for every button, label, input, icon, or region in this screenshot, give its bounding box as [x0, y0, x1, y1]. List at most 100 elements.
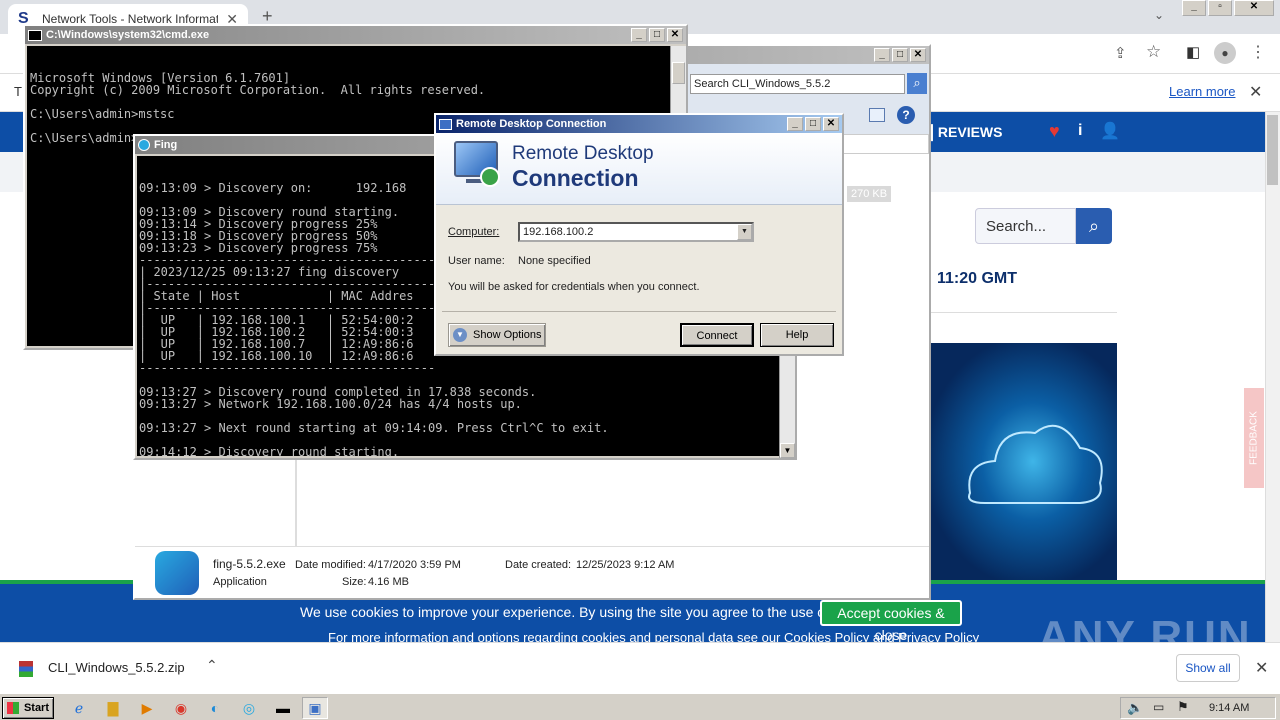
- menu-more-icon[interactable]: ⋮: [1250, 42, 1266, 62]
- side-panel-icon[interactable]: ◧: [1186, 43, 1200, 61]
- start-label: Start: [23, 702, 49, 714]
- close-icon[interactable]: ✕: [1234, 0, 1274, 16]
- details-pane: fing-5.5.2.exe Application Date modified…: [135, 546, 929, 598]
- bookmark-star-icon[interactable]: ☆: [1146, 42, 1161, 62]
- rdc-minimize-icon[interactable]: _: [787, 117, 803, 131]
- fing-app-icon: [155, 551, 199, 595]
- accept-cookies-button[interactable]: Accept cookies & close: [820, 600, 962, 643]
- rdc-task-icon[interactable]: ▣: [302, 697, 328, 719]
- rdc-banner: Remote Desktop Connection: [436, 133, 842, 205]
- date-modified: 4/17/2020 3:59 PM: [368, 559, 461, 571]
- file-name: fing-5.5.2.exe: [213, 557, 286, 571]
- feedback-label: FEEDBACK: [1248, 411, 1260, 465]
- edge-icon[interactable]: ◐: [202, 697, 228, 719]
- size-hint: 270 KB: [847, 186, 892, 202]
- infobar-close-icon[interactable]: ✕: [1249, 82, 1262, 102]
- folder-icon[interactable]: ▇: [100, 697, 126, 719]
- chrome-icon[interactable]: ◉: [168, 697, 194, 719]
- rdc-dialog: Remote Desktop Connection _ □ ✕ Remote D…: [434, 113, 844, 356]
- volume-icon[interactable]: 🔈: [1127, 700, 1143, 716]
- show-options-button[interactable]: ▼ Show Options: [448, 323, 546, 347]
- feedback-tab[interactable]: FEEDBACK: [1244, 388, 1264, 488]
- rdc-divider: [442, 311, 836, 312]
- start-button[interactable]: Start: [2, 697, 54, 719]
- download-bar-close-icon[interactable]: ✕: [1255, 658, 1268, 678]
- computer-label: Computer:: [448, 226, 500, 238]
- explorer-maximize-icon[interactable]: □: [892, 48, 908, 62]
- minimize-icon[interactable]: _: [1182, 0, 1206, 16]
- download-filename[interactable]: CLI_Windows_5.5.2.zip: [48, 660, 185, 675]
- explorer-close-icon[interactable]: ✕: [910, 48, 926, 62]
- media-player-icon[interactable]: ▶: [134, 697, 160, 719]
- computer-combobox[interactable]: 192.168.100.2 ▼: [518, 222, 754, 242]
- username-label: User name:: [448, 255, 505, 267]
- maximize-icon[interactable]: ▫: [1208, 0, 1232, 16]
- cmd-line: Copyright (c) 2009 Microsoft Corporation…: [30, 83, 486, 97]
- rdc-title-icon: [439, 118, 452, 130]
- cmd-minimize-icon[interactable]: _: [631, 28, 647, 42]
- fing-line: 09:13:27 > Network 192.168.100.0/24 has …: [139, 397, 522, 411]
- date-modified-label: Date modified:: [295, 559, 366, 571]
- magnifier-icon: ⌕: [913, 75, 921, 90]
- tab-list-chevron-icon[interactable]: ⌄: [1154, 8, 1164, 22]
- rdc-close-icon[interactable]: ✕: [823, 117, 839, 131]
- search-icon: ⌕: [1088, 216, 1100, 236]
- column-header-row: [843, 134, 929, 154]
- cloud-icon: [968, 424, 1103, 504]
- cookie-text: We use cookies to improve your experienc…: [300, 604, 885, 620]
- fing-task-icon[interactable]: ◎: [236, 697, 262, 719]
- share-icon[interactable]: ⇪: [1114, 44, 1127, 62]
- heart-icon[interactable]: ♥: [1049, 121, 1060, 142]
- network-icon[interactable]: ▭: [1153, 700, 1164, 714]
- combobox-dropdown-icon[interactable]: ▼: [737, 224, 752, 240]
- help-button[interactable]: Help: [760, 323, 834, 347]
- cmd-titlebar: C:\Windows\system32\cmd.exe _ □ ✕: [25, 26, 686, 44]
- cmd-maximize-icon[interactable]: □: [649, 28, 665, 42]
- page-scrollbar-thumb[interactable]: [1267, 115, 1278, 185]
- cmd-scrollbar-thumb[interactable]: [672, 62, 685, 84]
- taskbar: Start ℯ ▇ ▶ ◉ ◐ ◎ ▬ ▣ 🔈 ▭ ⚑ 9:14 AM: [0, 692, 1280, 720]
- explorer-search-input[interactable]: Search CLI_Windows_5.5.2: [690, 74, 905, 94]
- date-created: 12/25/2023 9:12 AM: [576, 559, 675, 571]
- file-size: 4.16 MB: [368, 576, 409, 588]
- view-options-icon[interactable]: [869, 108, 885, 122]
- chevron-down-circle-icon: ▼: [453, 328, 467, 342]
- site-search-button[interactable]: ⌕: [1076, 208, 1112, 244]
- file-type: Application: [213, 576, 267, 588]
- show-all-button[interactable]: Show all: [1176, 654, 1240, 682]
- info-icon[interactable]: i: [1078, 122, 1082, 140]
- learn-more-link[interactable]: Learn more: [1169, 84, 1235, 99]
- rdc-connect-badge-icon: [480, 167, 500, 187]
- fing-title: Fing: [154, 139, 178, 151]
- rdc-titlebar: Remote Desktop Connection _ □ ✕: [436, 115, 842, 133]
- site-search-input[interactable]: Search...: [975, 208, 1076, 244]
- help-icon[interactable]: ?: [897, 106, 915, 124]
- nav-reviews-label: REVIEWS: [937, 124, 1003, 140]
- windows-logo-icon: [7, 702, 19, 714]
- cmd-icon: [28, 29, 42, 41]
- infobar-text-fragment: T: [14, 84, 22, 99]
- download-bar: CLI_Windows_5.5.2.zip ⌃ Show all ✕: [0, 642, 1280, 692]
- download-chevron-icon[interactable]: ⌃: [206, 657, 218, 674]
- profile-avatar[interactable]: ●: [1214, 42, 1236, 64]
- cmd-close-icon[interactable]: ✕: [667, 28, 683, 42]
- cmd-task-icon[interactable]: ▬: [270, 697, 296, 719]
- credentials-info: You will be asked for credentials when y…: [448, 281, 700, 293]
- fing-line: 09:14:12 > Discovery round starting.: [139, 445, 400, 456]
- user-icon[interactable]: 👤: [1100, 121, 1120, 141]
- connect-button[interactable]: Connect: [680, 323, 754, 347]
- nav-reviews[interactable]: ▌REVIEWS: [928, 124, 1003, 140]
- fing-scroll-down-icon[interactable]: ▼: [780, 443, 795, 458]
- zip-file-icon: [19, 661, 33, 677]
- fing-icon: [138, 139, 150, 151]
- date-created-label: Date created:: [505, 559, 572, 571]
- system-tray: 🔈 ▭ ⚑ 9:14 AM: [1120, 697, 1276, 719]
- flag-icon[interactable]: ⚑: [1177, 699, 1189, 715]
- explorer-search-button[interactable]: ⌕: [907, 73, 927, 94]
- explorer-minimize-icon[interactable]: _: [874, 48, 890, 62]
- ie-icon[interactable]: ℯ: [66, 697, 92, 719]
- rdc-maximize-icon[interactable]: □: [805, 117, 821, 131]
- computer-value: 192.168.100.2: [523, 226, 594, 238]
- page-scrollbar[interactable]: [1265, 112, 1280, 642]
- rdc-title: Remote Desktop Connection: [456, 118, 607, 130]
